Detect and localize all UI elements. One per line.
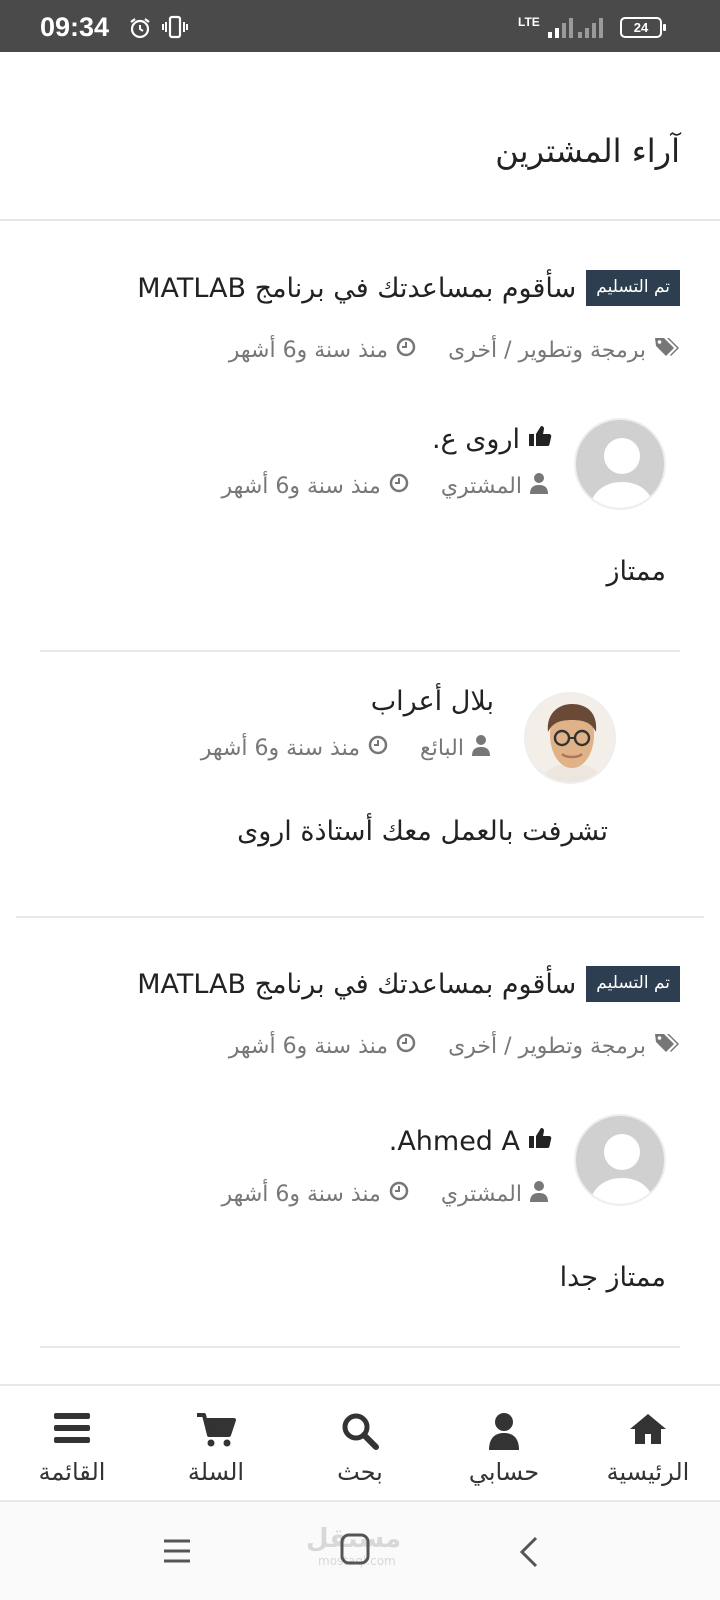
review-text: ممتاز جدا: [559, 1262, 666, 1293]
reply-text: تشرفت بالعمل معك أستاذة اروى: [237, 816, 608, 847]
author-role: المشتري: [440, 1181, 522, 1207]
project-time: منذ سنة و6 أشهر: [228, 1033, 389, 1059]
divider: [40, 650, 680, 652]
author-role: المشتري: [440, 473, 522, 499]
user-icon: [472, 734, 490, 762]
status-time: 09:34: [40, 12, 110, 42]
nav-label-home: الرئيسية: [606, 1458, 690, 1486]
review-text: ممتاز: [606, 556, 666, 587]
divider: [16, 916, 704, 918]
avatar[interactable]: [574, 418, 666, 510]
thumbs-up-icon: [528, 1126, 552, 1157]
project-header: تم التسليم سأقوم بمساعدتك في برنامج MATL…: [137, 270, 680, 306]
clock-icon: [396, 337, 416, 363]
network-type: LTE: [518, 15, 540, 29]
system-nav-bar: مستقل mostaql.com: [0, 1502, 720, 1600]
title-divider: [0, 219, 720, 221]
status-badge: تم التسليم: [586, 270, 680, 306]
nav-item-cart[interactable]: السلة: [144, 1386, 288, 1502]
bottom-nav: الرئيسية حسابي بحث السلة القائمة: [0, 1384, 720, 1502]
home-button-icon[interactable]: [340, 1532, 370, 1570]
recent-apps-icon[interactable]: [162, 1536, 192, 1570]
nav-item-search[interactable]: بحث: [288, 1386, 432, 1502]
review-time: منذ سنة و6 أشهر: [221, 1181, 381, 1207]
avatar[interactable]: [574, 1114, 666, 1206]
divider: [40, 1346, 680, 1348]
nav-label-menu: القائمة: [38, 1458, 106, 1486]
project-meta: برمجة وتطوير / أخرى منذ سنة و6 أشهر: [229, 1032, 680, 1060]
page-title: آراء المشترين: [495, 132, 680, 170]
home-icon: [628, 1412, 668, 1450]
user-icon: [530, 472, 548, 500]
reply-time: منذ سنة و6 أشهر: [200, 735, 360, 761]
nav-item-home[interactable]: الرئيسية: [576, 1386, 720, 1502]
project-meta: برمجة وتطوير / أخرى منذ سنة و6 أشهر: [229, 336, 680, 364]
user-icon: [530, 1180, 548, 1208]
project-time: منذ سنة و6 أشهر: [228, 337, 389, 363]
tags-icon: [654, 1032, 680, 1060]
nav-item-menu[interactable]: القائمة: [0, 1386, 144, 1502]
project-category-link[interactable]: برمجة وتطوير / أخرى: [448, 338, 646, 363]
nav-label-account: حسابي: [468, 1458, 540, 1486]
author-name-row: Ahmed A.: [389, 1126, 552, 1157]
status-badge: تم التسليم: [586, 966, 680, 1002]
signal-icon-2: [578, 18, 604, 42]
menu-icon: [54, 1412, 90, 1448]
project-title-link[interactable]: سأقوم بمساعدتك في برنامج MATLAB: [137, 273, 576, 304]
project-title-link[interactable]: سأقوم بمساعدتك في برنامج MATLAB: [137, 969, 576, 1000]
alarm-icon: [128, 16, 152, 44]
author-meta: المشتري منذ سنة و6 أشهر: [222, 472, 548, 500]
signal-icon: [548, 18, 574, 42]
author-meta: المشتري منذ سنة و6 أشهر: [222, 1180, 548, 1208]
author-name-row: اروى ع.: [432, 424, 552, 455]
seller-meta: البائع منذ سنة و6 أشهر: [201, 734, 490, 762]
review-time: منذ سنة و6 أشهر: [221, 473, 381, 499]
author-name-link[interactable]: اروى ع.: [432, 424, 520, 455]
clock-icon: [396, 1033, 416, 1059]
back-icon[interactable]: [518, 1536, 540, 1572]
project-category-link[interactable]: برمجة وتطوير / أخرى: [448, 1034, 646, 1059]
vibrate-icon: [162, 15, 188, 43]
status-bar: 09:34 LTE 24: [0, 0, 720, 52]
search-icon: [341, 1412, 379, 1454]
seller-name-link[interactable]: بلال أعراب: [371, 686, 494, 717]
author-name-link[interactable]: Ahmed A.: [389, 1126, 520, 1157]
seller-avatar[interactable]: [524, 692, 616, 784]
cart-icon: [196, 1412, 236, 1452]
clock-icon: [389, 473, 409, 499]
user-icon: [488, 1412, 520, 1454]
clock-icon: [368, 735, 388, 761]
nav-item-account[interactable]: حسابي: [432, 1386, 576, 1502]
tags-icon: [654, 336, 680, 364]
thumbs-up-icon: [528, 424, 552, 455]
seller-role: البائع: [420, 735, 464, 761]
clock-icon: [389, 1181, 409, 1207]
battery-indicator: 24: [620, 17, 666, 38]
nav-label-cart: السلة: [187, 1458, 245, 1486]
seller-name-row: بلال أعراب: [371, 686, 494, 717]
project-header: تم التسليم سأقوم بمساعدتك في برنامج MATL…: [137, 966, 680, 1002]
nav-label-search: بحث: [337, 1458, 383, 1486]
